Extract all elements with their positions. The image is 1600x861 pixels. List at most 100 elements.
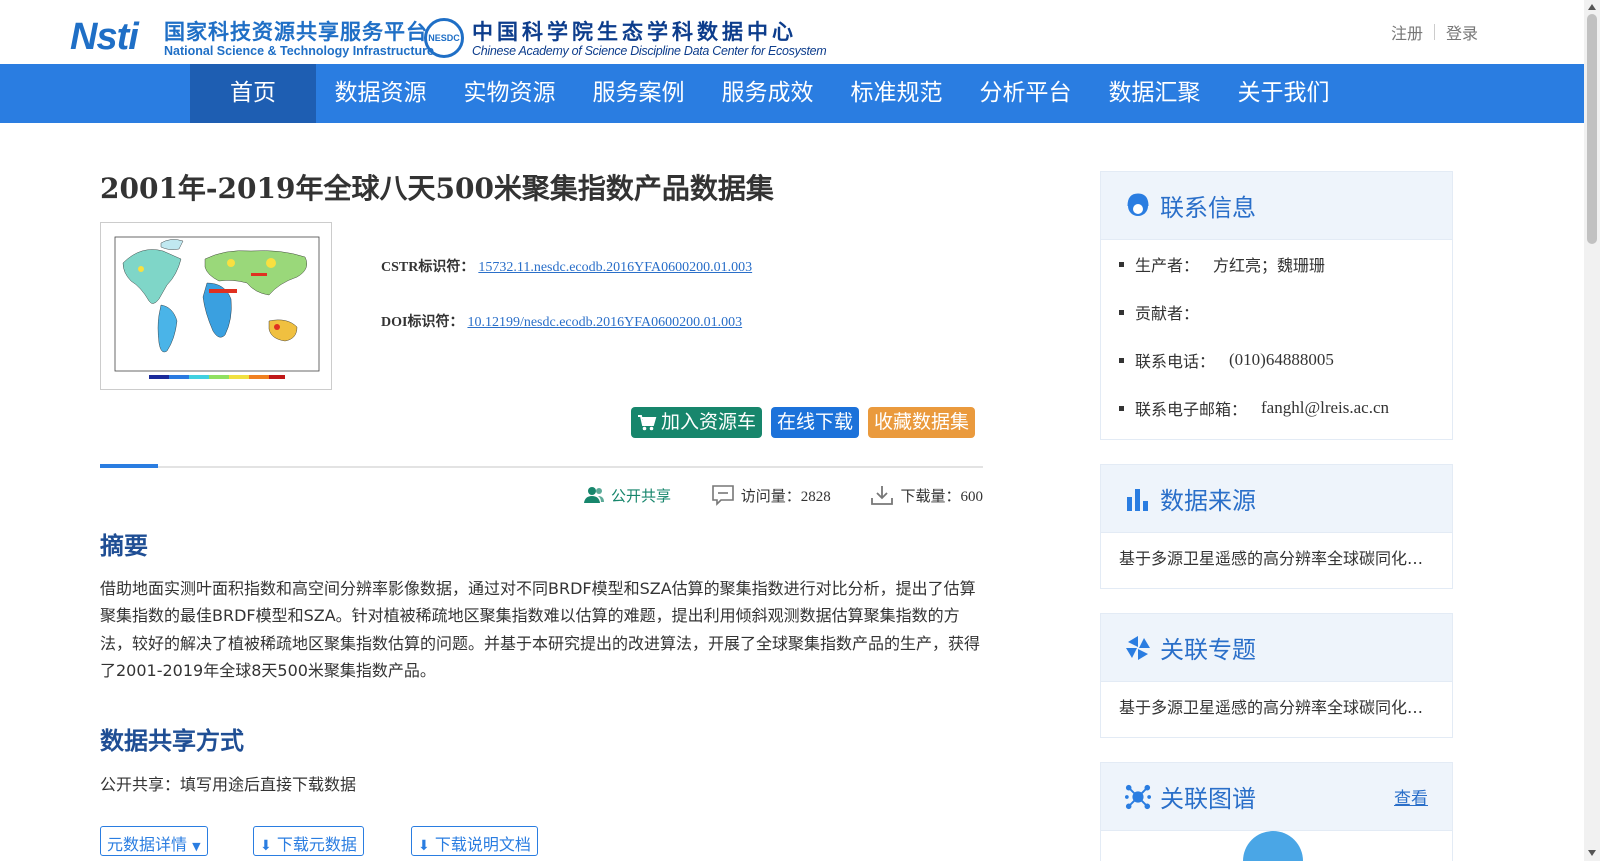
related-topic-card-header: 关联专题 bbox=[1101, 614, 1452, 682]
contributor-label: 贡献者： bbox=[1135, 304, 1200, 323]
data-source-card-header: 数据来源 bbox=[1101, 465, 1452, 533]
doi-label: DOI标识符： bbox=[381, 315, 464, 330]
contact-person-icon bbox=[1125, 192, 1151, 219]
favorite-dataset-button[interactable]: 收藏数据集 bbox=[868, 407, 976, 438]
page-scrollbar[interactable] bbox=[1584, 0, 1600, 861]
world-map-image bbox=[114, 236, 320, 379]
download-metadata-button[interactable]: ⬇ 下载元数据 bbox=[253, 826, 364, 856]
data-source-card: 数据来源 基于多源卫星遥感的高分辨率全球碳同化系统研究 bbox=[1100, 464, 1453, 589]
download-metadata-label: 下载元数据 bbox=[276, 835, 357, 854]
identifier-block: CSTR标识符： 15732.11.nesdc.ecodb.2016YFA0600… bbox=[381, 256, 752, 366]
cart-icon bbox=[638, 414, 657, 430]
metadata-detail-button[interactable]: 元数据详情 ▼ bbox=[100, 826, 208, 856]
action-buttons: 加入资源车 在线下载 收藏数据集 bbox=[631, 407, 976, 438]
caret-down-icon: ▼ bbox=[192, 840, 201, 853]
scroll-thumb[interactable] bbox=[1587, 14, 1597, 244]
download-icon bbox=[871, 486, 894, 505]
nav-item-8[interactable]: 关于我们 bbox=[1219, 64, 1348, 123]
nav-item-1[interactable]: 数据资源 bbox=[316, 64, 445, 123]
dataset-thumbnail[interactable] bbox=[100, 222, 332, 390]
nav-item-3[interactable]: 服务案例 bbox=[574, 64, 703, 123]
nesdc-badge-icon: NESDC bbox=[424, 18, 464, 58]
nesdc-logo-zh: 中国科学院生态学科数据中心 bbox=[472, 20, 797, 44]
related-graph-card: 关联图谱 查看 bbox=[1100, 762, 1453, 861]
auth-links: 注册 登录 bbox=[1391, 20, 1478, 44]
cstr-label: CSTR标识符： bbox=[381, 260, 475, 275]
view-graph-link[interactable]: 查看 bbox=[1394, 784, 1428, 809]
page-title: 2001年-2019年全球八天500米聚集指数产品数据集 bbox=[100, 172, 774, 205]
download-small-icon: ⬇ bbox=[260, 838, 272, 854]
nesdc-logo[interactable]: NESDC 中国科学院生态学科数据中心 Chinese Academy of S… bbox=[424, 16, 827, 60]
data-source-card-title: 数据来源 bbox=[1160, 487, 1256, 515]
email-item: 联系电子邮箱： fanghl@lreis.ac.cn bbox=[1117, 384, 1436, 432]
contact-card-header: 联系信息 bbox=[1101, 172, 1452, 240]
email-label: 联系电子邮箱： bbox=[1135, 400, 1248, 419]
contact-card-body: 生产者： 方红亮；魏珊珊 贡献者： 联系电话： (010)64888005 联系… bbox=[1101, 240, 1452, 432]
abstract-text: 借助地面实测叶面积指数和高空间分辨率影像数据，通过对不同BRDF模型和SZA估算… bbox=[100, 579, 981, 680]
abstract-heading: 摘要 bbox=[100, 532, 148, 560]
nav-item-6[interactable]: 分析平台 bbox=[961, 64, 1090, 123]
cnsti-logo-en: National Science & Technology Infrastruc… bbox=[164, 44, 434, 58]
graph-preview bbox=[1243, 831, 1303, 861]
related-graph-card-header: 关联图谱 查看 bbox=[1101, 763, 1452, 831]
downloads-count: 下载量：600 bbox=[900, 488, 983, 505]
sharing-text: 公开共享：填写用途后直接下载数据 bbox=[100, 775, 357, 794]
related-graph-card-title: 关联图谱 bbox=[1160, 785, 1256, 813]
main-nav: 首页 数据资源 实物资源 服务案例 服务成效 标准规范 分析平台 数据汇聚 关于我们 bbox=[0, 64, 1584, 123]
tab-underline bbox=[100, 464, 983, 468]
tab-active-indicator bbox=[100, 464, 158, 468]
producer-item: 生产者： 方红亮；魏珊珊 bbox=[1117, 240, 1436, 288]
nav-item-7[interactable]: 数据汇聚 bbox=[1090, 64, 1219, 123]
scroll-up-arrow-icon[interactable] bbox=[1588, 4, 1596, 10]
related-topic-link[interactable]: 基于多源卫星遥感的高分辨率全球碳同化系统研究 bbox=[1101, 682, 1452, 730]
related-topic-card: 关联专题 基于多源卫星遥感的高分辨率全球碳同化系统研究 bbox=[1100, 613, 1453, 738]
phone-value: (010)64888005 bbox=[1229, 350, 1334, 369]
metadata-detail-label: 元数据详情 bbox=[107, 835, 188, 854]
users-icon bbox=[584, 487, 604, 503]
login-link[interactable]: 登录 bbox=[1446, 20, 1478, 44]
cnsti-logo[interactable]: Nsti 国家科技资源共享服务平台 National Science & Tec… bbox=[70, 14, 434, 60]
email-value: fanghl@lreis.ac.cn bbox=[1261, 398, 1390, 417]
nav-item-4[interactable]: 服务成效 bbox=[703, 64, 832, 123]
visits-count: 访问量：2828 bbox=[740, 488, 831, 505]
phone-label: 联系电话： bbox=[1135, 352, 1216, 371]
nav-item-2[interactable]: 实物资源 bbox=[445, 64, 574, 123]
network-graph-icon bbox=[1125, 784, 1151, 810]
scroll-down-arrow-icon[interactable] bbox=[1588, 850, 1596, 856]
message-icon bbox=[711, 485, 734, 506]
cstr-link[interactable]: 15732.11.nesdc.ecodb.2016YFA0600200.01.0… bbox=[478, 260, 752, 275]
online-download-button[interactable]: 在线下载 bbox=[771, 407, 860, 438]
nav-item-5[interactable]: 标准规范 bbox=[832, 64, 961, 123]
nav-item-0[interactable]: 首页 bbox=[190, 64, 316, 123]
add-to-cart-label: 加入资源车 bbox=[661, 411, 757, 433]
share-stat-label: 公开共享 bbox=[611, 488, 672, 505]
download-doc-label: 下载说明文档 bbox=[434, 835, 531, 854]
add-to-cart-button[interactable]: 加入资源车 bbox=[631, 407, 763, 438]
producer-label: 生产者： bbox=[1135, 256, 1200, 275]
data-source-link[interactable]: 基于多源卫星遥感的高分辨率全球碳同化系统研究 bbox=[1101, 533, 1452, 581]
cstr-row: CSTR标识符： 15732.11.nesdc.ecodb.2016YFA0600… bbox=[381, 256, 752, 311]
nav-items: 首页 数据资源 实物资源 服务案例 服务成效 标准规范 分析平台 数据汇聚 关于我们 bbox=[190, 64, 1348, 123]
download-doc-icon: ⬇ bbox=[418, 838, 430, 854]
doi-row: DOI标识符： 10.12199/nesdc.ecodb.2016YFA06002… bbox=[381, 311, 752, 366]
stats-bar: 公开共享 访问量：2828 下载量：600 bbox=[583, 484, 983, 506]
sharing-heading: 数据共享方式 bbox=[100, 727, 244, 755]
register-link[interactable]: 注册 bbox=[1391, 20, 1423, 44]
downloads-stat: 下载量：600 bbox=[870, 484, 983, 506]
visits-stat: 访问量：2828 bbox=[711, 484, 831, 506]
download-doc-button[interactable]: ⬇ 下载说明文档 bbox=[411, 826, 538, 856]
share-stat: 公开共享 bbox=[583, 485, 671, 506]
related-topic-card-title: 关联专题 bbox=[1160, 636, 1256, 664]
nesdc-logo-en: Chinese Academy of Science Discipline Da… bbox=[472, 44, 827, 58]
auth-divider bbox=[1434, 24, 1436, 40]
phone-item: 联系电话： (010)64888005 bbox=[1117, 336, 1436, 384]
producer-value: 方红亮；魏珊珊 bbox=[1213, 256, 1326, 275]
cnsti-logo-zh: 国家科技资源共享服务平台 bbox=[164, 20, 428, 44]
topic-pinwheel-icon bbox=[1125, 635, 1151, 661]
contact-card-title: 联系信息 bbox=[1160, 194, 1256, 222]
bar-chart-icon bbox=[1125, 486, 1151, 512]
cnsti-logo-mark: Nsti bbox=[70, 16, 139, 58]
contact-card: 联系信息 生产者： 方红亮；魏珊珊 贡献者： 联系电话： (010)648880… bbox=[1100, 171, 1453, 440]
top-header: Nsti 国家科技资源共享服务平台 National Science & Tec… bbox=[0, 0, 1584, 64]
doi-link[interactable]: 10.12199/nesdc.ecodb.2016YFA0600200.01.0… bbox=[467, 315, 742, 330]
